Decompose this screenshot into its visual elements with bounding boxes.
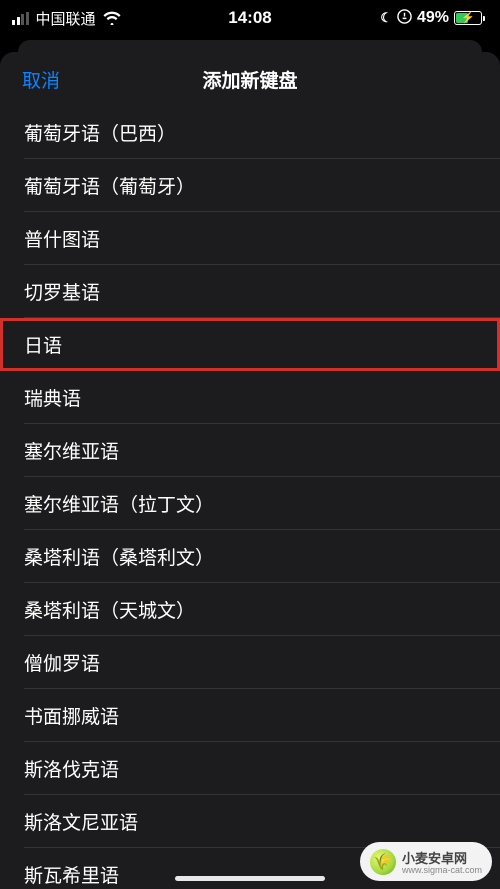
keyboard-label: 桑塔利语（天城文） (24, 596, 195, 623)
sheet-title: 添加新键盘 (202, 66, 297, 93)
orientation-lock-icon (397, 9, 412, 27)
cancel-button[interactable]: 取消 (22, 66, 60, 93)
keyboard-label: 普什图语 (24, 225, 100, 252)
keyboard-row[interactable]: 塞尔维亚语 (0, 424, 500, 477)
keyboard-row[interactable]: 切罗基语 (0, 265, 500, 318)
keyboard-label: 斯洛文尼亚语 (24, 808, 138, 835)
keyboard-row[interactable]: 普什图语 (0, 212, 500, 265)
keyboard-row[interactable]: 葡萄牙语（葡萄牙） (0, 159, 500, 212)
status-left: 中国联通 (12, 8, 121, 29)
keyboard-label: 斯洛伐克语 (24, 755, 119, 782)
keyboard-label: 书面挪威语 (24, 702, 119, 729)
keyboard-row[interactable]: 桑塔利语（桑塔利文） (0, 530, 500, 583)
keyboard-label: 葡萄牙语（巴西） (24, 119, 176, 146)
keyboard-label: 瑞典语 (24, 384, 81, 411)
keyboard-row[interactable]: 葡萄牙语（巴西） (0, 106, 500, 159)
battery-percent: 49% (417, 9, 449, 27)
watermark-brand: 小麦安卓网 (402, 851, 467, 866)
add-keyboard-sheet: 取消 添加新键盘 葡萄牙语（巴西） 葡萄牙语（葡萄牙） 普什图语切罗基语日语瑞典语塞… (0, 52, 500, 889)
keyboard-list[interactable]: 葡萄牙语（巴西） 葡萄牙语（葡萄牙） 普什图语切罗基语日语瑞典语塞尔维亚语塞尔维亚语… (0, 106, 500, 889)
keyboard-label: 僧伽罗语 (24, 649, 100, 676)
keyboard-row[interactable]: 瑞典语 (0, 371, 500, 424)
keyboard-label: 日语 (24, 331, 62, 358)
keyboard-label: 塞尔维亚语（拉丁文） (24, 490, 214, 517)
battery-icon: ⚡ (454, 11, 482, 25)
keyboard-row[interactable]: 斯洛文尼亚语 (0, 795, 500, 848)
keyboard-label: 塞尔维亚语 (24, 437, 119, 464)
do-not-disturb-icon: ☾ (380, 10, 392, 26)
watermark-domain: www.sigma-cat.com (402, 865, 482, 875)
keyboard-label: 切罗基语 (24, 278, 100, 305)
status-bar: 中国联通 14:08 ☾ 49% ⚡ (0, 0, 500, 36)
sheet-header: 取消 添加新键盘 (0, 52, 500, 106)
keyboard-row[interactable]: 斯洛伐克语 (0, 742, 500, 795)
carrier-label: 中国联通 (36, 8, 96, 29)
keyboard-row[interactable]: 日语 (0, 318, 500, 371)
watermark-logo-icon: 🌾 (370, 849, 396, 875)
watermark: 🌾 小麦安卓网 www.sigma-cat.com (360, 842, 492, 881)
keyboard-row[interactable]: 塞尔维亚语（拉丁文） (0, 477, 500, 530)
status-time: 14:08 (228, 8, 271, 28)
wifi-icon (103, 11, 121, 25)
keyboard-label: 葡萄牙语（葡萄牙） (24, 172, 195, 199)
keyboard-label: 斯瓦希里语 (24, 861, 119, 888)
home-indicator (175, 876, 325, 881)
keyboard-label: 桑塔利语（桑塔利文） (24, 543, 214, 570)
status-right: ☾ 49% ⚡ (380, 9, 482, 27)
signal-icon (12, 12, 29, 25)
keyboard-row[interactable]: 僧伽罗语 (0, 636, 500, 689)
keyboard-row[interactable]: 桑塔利语（天城文） (0, 583, 500, 636)
keyboard-row[interactable]: 书面挪威语 (0, 689, 500, 742)
